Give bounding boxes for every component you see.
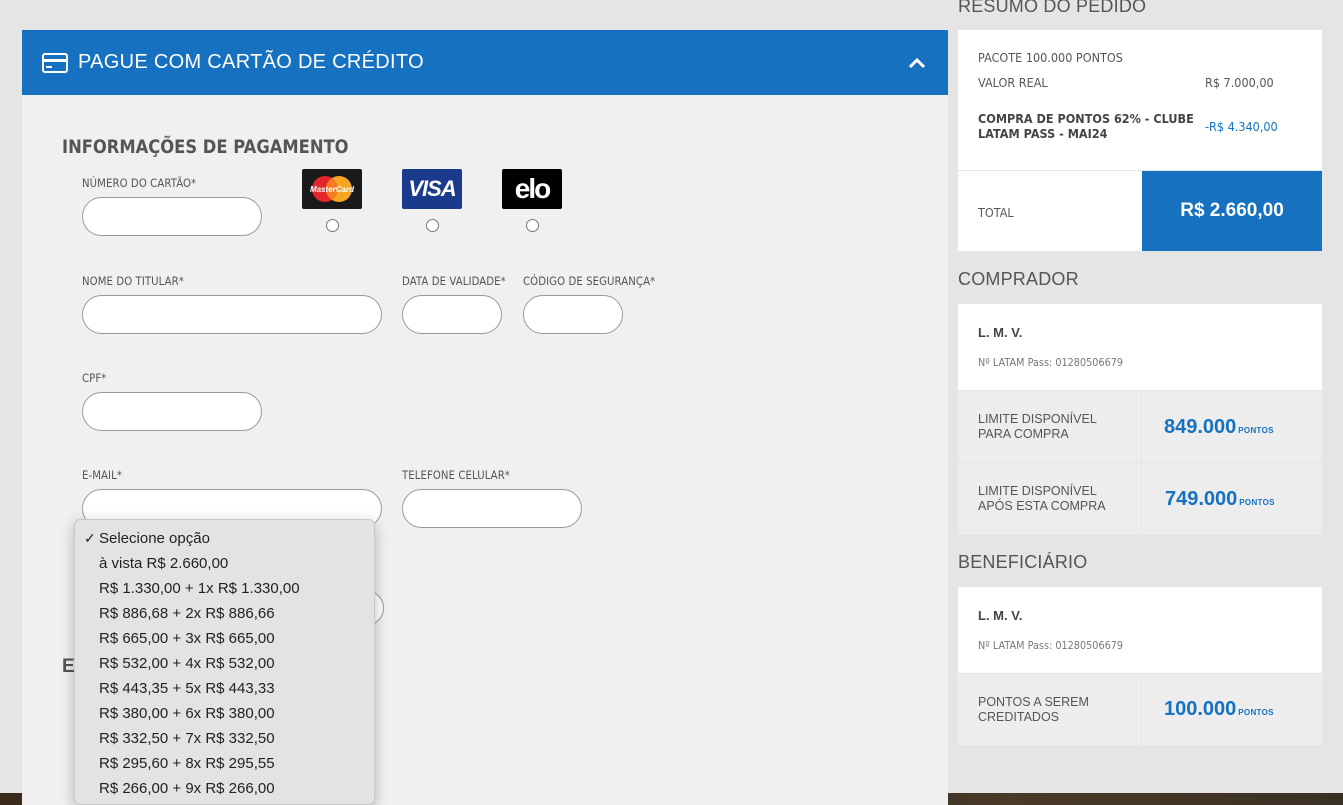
- dropdown-option[interactable]: R$ 532,00 + 4x R$ 532,00: [75, 651, 374, 676]
- visa-radio[interactable]: [426, 219, 439, 232]
- beneficiary-latam-pass: Nº LATAM Pass: 01280506679: [978, 639, 1124, 652]
- cpf-input[interactable]: [82, 392, 262, 431]
- dropdown-option[interactable]: R$ 443,35 + 5x R$ 443,33: [75, 676, 374, 701]
- discount-label-line1: COMPRA DE PONTOS 62% - CLUBE: [978, 111, 1194, 126]
- security-code-label: CÓDIGO DE SEGURANÇA*: [523, 274, 656, 288]
- checkmark-icon: ✓: [84, 530, 96, 546]
- dropdown-option[interactable]: à vista R$ 2.660,00: [75, 551, 374, 576]
- points-value-cell: 100.000 PONTOS: [1142, 674, 1322, 745]
- elo-radio[interactable]: [526, 219, 539, 232]
- buyer-name: L. M. V.: [978, 325, 1023, 340]
- limit-label-line1: LIMITE DISPONÍVEL: [978, 412, 1097, 426]
- payment-header-title: PAGUE COM CARTÃO DE CRÉDITO: [78, 51, 424, 73]
- beneficiary-heading: BENEFICIÁRIO: [958, 552, 1088, 572]
- summary-box: PACOTE 100.000 PONTOS VALOR REAL R$ 7.00…: [958, 30, 1322, 170]
- security-code-input[interactable]: [523, 295, 623, 334]
- buyer-heading: COMPRADOR: [958, 269, 1079, 289]
- phone-label: TELEFONE CELULAR*: [402, 468, 510, 482]
- buyer-box: L. M. V. Nº LATAM Pass: 01280506679: [958, 304, 1322, 390]
- total-value: R$ 2.660,00: [1142, 171, 1322, 251]
- mastercard-radio[interactable]: [326, 219, 339, 232]
- after-label-line1: LIMITE DISPONÍVEL: [978, 484, 1097, 498]
- dropdown-option[interactable]: R$ 1.330,00 + 1x R$ 1.330,00: [75, 576, 374, 601]
- discount-value: -R$ 4.340,00: [1205, 119, 1278, 134]
- after-limit-value: 749.000 PONTOS: [1165, 488, 1275, 510]
- visa-logo: VISA: [402, 169, 462, 209]
- points-value: 100.000 PONTOS: [1164, 698, 1274, 720]
- expiry-input[interactable]: [402, 295, 502, 334]
- dropdown-option[interactable]: R$ 332,50 + 7x R$ 332,50: [75, 726, 374, 751]
- after-label-line2: APÓS ESTA COMPRA: [978, 499, 1106, 513]
- dropdown-option[interactable]: ✓ Selecione opção: [75, 526, 374, 551]
- real-value-label: VALOR REAL: [978, 75, 1048, 90]
- mastercard-logo: MasterCard: [302, 169, 362, 209]
- dropdown-option[interactable]: R$ 665,00 + 3x R$ 665,00: [75, 626, 374, 651]
- section-title: INFORMAÇÕES DE PAGAMENTO: [62, 136, 349, 158]
- buyer-latam-pass: Nº LATAM Pass: 01280506679: [978, 356, 1124, 369]
- mastercard-icon: MasterCard: [310, 176, 355, 202]
- real-value: R$ 7.000,00: [1205, 75, 1274, 90]
- payment-header[interactable]: PAGUE COM CARTÃO DE CRÉDITO: [22, 30, 948, 95]
- dropdown-option[interactable]: R$ 266,00 + 9x R$ 266,00: [75, 776, 374, 801]
- installments-dropdown-menu[interactable]: ✓ Selecione opção à vista R$ 2.660,00 R$ …: [74, 519, 375, 805]
- svg-text:MasterCard: MasterCard: [310, 185, 355, 194]
- limit-value-cell: 849.000 PONTOS: [1142, 391, 1322, 462]
- card-number-label: NÚMERO DO CARTÃO*: [82, 176, 197, 190]
- after-limit-value-cell: 749.000 PONTOS: [1142, 463, 1322, 534]
- total-label: TOTAL: [978, 205, 1014, 220]
- limit-label-cell: LIMITE DISPONÍVEL PARA COMPRA: [958, 391, 1141, 462]
- package-label: PACOTE 100.000 PONTOS: [978, 50, 1123, 65]
- email-label: E-MAIL*: [82, 468, 123, 482]
- summary-heading: RESUMO DO PEDIDO: [958, 0, 1147, 16]
- beneficiary-box: L. M. V. Nº LATAM Pass: 01280506679: [958, 587, 1322, 673]
- limit-label-line2: PARA COMPRA: [978, 427, 1069, 441]
- discount-label-line2: LATAM PASS - MAI24: [978, 126, 1108, 141]
- beneficiary-name: L. M. V.: [978, 608, 1023, 623]
- dropdown-option[interactable]: R$ 886,68 + 2x R$ 886,66: [75, 601, 374, 626]
- holder-name-input[interactable]: [82, 295, 382, 334]
- cpf-label: CPF*: [82, 371, 107, 385]
- holder-name-label: NOME DO TITULAR*: [82, 274, 184, 288]
- credit-card-icon: [42, 52, 68, 73]
- phone-input[interactable]: [402, 489, 582, 528]
- dropdown-option[interactable]: R$ 295,60 + 8x R$ 295,55: [75, 751, 374, 776]
- dropdown-option[interactable]: R$ 380,00 + 6x R$ 380,00: [75, 701, 374, 726]
- expiry-label: DATA DE VALIDADE*: [402, 274, 506, 288]
- points-label-cell: PONTOS A SEREM CREDITADOS: [958, 674, 1141, 745]
- elo-logo: elo: [502, 169, 562, 209]
- points-label-line1: PONTOS A SEREM: [978, 695, 1089, 709]
- limit-value: 849.000 PONTOS: [1164, 416, 1274, 438]
- points-label-line2: CREDITADOS: [978, 710, 1060, 724]
- partial-section-title: E: [62, 656, 75, 677]
- chevron-up-icon[interactable]: [906, 52, 928, 74]
- card-number-input[interactable]: [82, 197, 262, 236]
- after-limit-label-cell: LIMITE DISPONÍVEL APÓS ESTA COMPRA: [958, 463, 1141, 534]
